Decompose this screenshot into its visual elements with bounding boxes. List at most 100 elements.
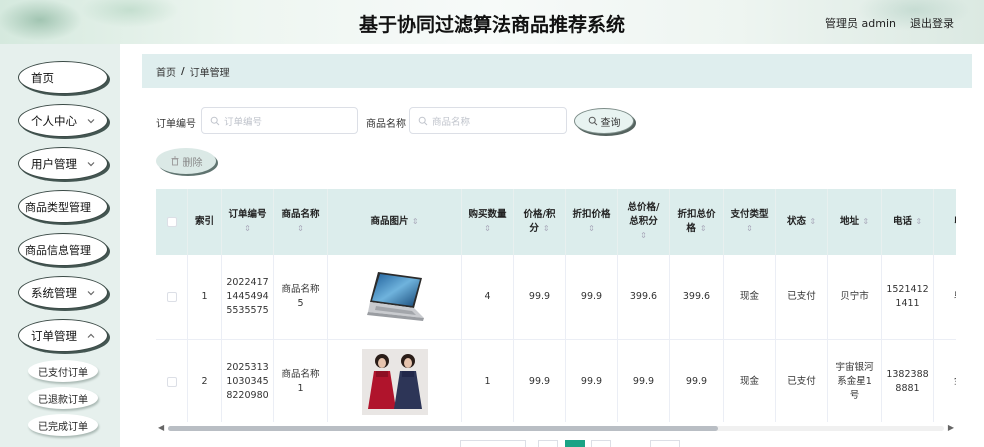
sidebar: 首页 个人中心 用户管理 商品类型管理 商品信息管理 系统管理 订单管理 已支付… bbox=[0, 44, 120, 447]
header-discount-price[interactable]: 折扣价格 ⇕ bbox=[566, 189, 618, 255]
order-no-input[interactable]: 订单编号 bbox=[201, 107, 358, 134]
cell-total: 399.6 bbox=[618, 255, 670, 339]
sort-caret-icon[interactable]: ⇕ bbox=[244, 222, 251, 236]
header-label: 总价格/ bbox=[627, 202, 660, 213]
sort-caret-icon[interactable]: ⇕ bbox=[412, 215, 419, 229]
sidebar-item-product-type[interactable]: 商品类型管理 bbox=[18, 190, 108, 223]
subitem-label: 已完成订单 bbox=[38, 421, 88, 433]
cell-text: 商品名称 bbox=[281, 369, 320, 380]
sort-caret-icon[interactable]: ⇕ bbox=[640, 229, 647, 243]
header-label: 折扣总价 bbox=[677, 209, 716, 220]
sidebar-item-system[interactable]: 系统管理 bbox=[18, 276, 108, 309]
row-select-cell bbox=[156, 255, 188, 339]
scroll-left-icon[interactable]: ◀ bbox=[158, 423, 164, 432]
main-content: 首页 / 订单管理 订单编号 订单编号 商品名称 商品名称 查询 删除 索引 订… bbox=[120, 44, 984, 447]
cell-address: 贝宁市 bbox=[828, 255, 882, 339]
order-no-placeholder: 订单编号 bbox=[224, 116, 263, 128]
orders-table: 索引 订单编号 ⇕ 商品名称 ⇕ 商品图片 ⇕ 购买数量 ⇕ 价格/积分 ⇕ 折扣价格 ⇕… bbox=[156, 189, 956, 422]
sidebar-item-product-info[interactable]: 商品信息管理 bbox=[18, 233, 108, 266]
table-row[interactable]: 2 2025313 1030345 8220980 商品名称 1 1 99.9 … bbox=[156, 340, 956, 422]
cell-discount-total: 99.9 bbox=[670, 340, 724, 422]
header-discount-total[interactable]: 折扣总价格 ⇕ bbox=[670, 189, 724, 255]
header-price[interactable]: 价格/积分 ⇕ bbox=[514, 189, 566, 255]
sort-caret-icon[interactable]: ⇕ bbox=[484, 222, 491, 236]
sort-caret-icon[interactable]: ⇕ bbox=[809, 215, 816, 229]
table-horizontal-scrollbar[interactable]: ◀ ▶ bbox=[156, 423, 956, 433]
sidebar-item-label: 用户管理 bbox=[31, 156, 77, 171]
header-address[interactable]: 地址 ⇕ bbox=[828, 189, 882, 255]
sidebar-item-label: 系统管理 bbox=[31, 285, 77, 300]
sidebar-item-home[interactable]: 首页 bbox=[18, 61, 108, 94]
subitem-label: 已支付订单 bbox=[38, 367, 88, 379]
row-checkbox[interactable] bbox=[166, 377, 177, 387]
sort-caret-icon[interactable]: ⇕ bbox=[588, 222, 595, 236]
cell-image bbox=[328, 340, 462, 422]
delete-button[interactable]: 删除 bbox=[156, 148, 216, 174]
sidebar-item-label: 订单管理 bbox=[31, 328, 77, 343]
header-product-name[interactable]: 商品名称 ⇕ bbox=[274, 189, 328, 255]
cell-discount-price: 99.9 bbox=[566, 340, 618, 422]
scroll-right-icon[interactable]: ▶ bbox=[948, 423, 954, 432]
breadcrumb-current: 订单管理 bbox=[189, 67, 230, 79]
page-current-button[interactable] bbox=[565, 440, 585, 447]
cell-quantity: 4 bbox=[462, 255, 514, 339]
cell-text: 8220980 bbox=[226, 390, 269, 401]
sidebar-subitem-paid-orders[interactable]: 已支付订单 bbox=[28, 360, 98, 382]
row-select-cell bbox=[156, 340, 188, 422]
row-checkbox[interactable] bbox=[166, 292, 177, 302]
header-total[interactable]: 总价格/总积分 ⇕ bbox=[618, 189, 670, 255]
sort-caret-icon[interactable]: ⇕ bbox=[543, 222, 550, 236]
header-image[interactable]: 商品图片 ⇕ bbox=[328, 189, 462, 255]
page-next-button[interactable] bbox=[591, 440, 611, 447]
chevron-up-icon bbox=[87, 333, 95, 338]
sidebar-item-order-management[interactable]: 订单管理 bbox=[18, 319, 108, 352]
sidebar-subitem-refunded-orders[interactable]: 已退款订单 bbox=[28, 387, 98, 409]
cell-text: 1445494 bbox=[226, 291, 269, 302]
sort-caret-icon[interactable]: ⇕ bbox=[862, 215, 869, 229]
header-order-no[interactable]: 订单编号 ⇕ bbox=[222, 189, 274, 255]
select-all-checkbox[interactable] bbox=[166, 217, 177, 227]
page-prev-button[interactable] bbox=[538, 440, 558, 447]
table-row[interactable]: 1 2022417 1445494 5535575 商品名称 5 4 99.9 … bbox=[156, 255, 956, 340]
subitem-label: 已退款订单 bbox=[38, 394, 88, 406]
header-pay-type[interactable]: 支付类型 ⇕ bbox=[724, 189, 776, 255]
sidebar-item-label: 个人中心 bbox=[31, 113, 77, 128]
scrollbar-thumb[interactable] bbox=[168, 426, 718, 431]
sort-caret-icon[interactable]: ⇕ bbox=[915, 215, 922, 229]
cell-text: 商品名称 bbox=[281, 284, 320, 295]
cell-text: 系金星1 bbox=[837, 376, 872, 387]
cell-text: 5535575 bbox=[226, 305, 269, 316]
cell-price: 99.9 bbox=[514, 340, 566, 422]
cell-phone: 1382388 8881 bbox=[882, 340, 934, 422]
header-select-all[interactable] bbox=[156, 189, 188, 255]
sidebar-item-user-management[interactable]: 用户管理 bbox=[18, 147, 108, 180]
breadcrumb-home[interactable]: 首页 bbox=[156, 64, 176, 79]
laptop-product-image[interactable] bbox=[360, 268, 430, 326]
page-size-select[interactable] bbox=[460, 440, 526, 447]
header-label: 支付类型 bbox=[730, 209, 769, 220]
header-phone[interactable]: 电话 ⇕ bbox=[882, 189, 934, 255]
header-label: 商品图片 bbox=[370, 216, 409, 227]
logout-link[interactable]: 退出登录 bbox=[910, 15, 954, 31]
search-icon bbox=[588, 116, 597, 126]
sort-caret-icon[interactable]: ⇕ bbox=[297, 222, 304, 236]
cell-image bbox=[328, 255, 462, 339]
header-label: 折扣价格 bbox=[572, 209, 611, 220]
product-name-input[interactable]: 商品名称 bbox=[409, 107, 567, 134]
table-header-row: 索引 订单编号 ⇕ 商品名称 ⇕ 商品图片 ⇕ 购买数量 ⇕ 价格/积分 ⇕ 折扣价格 ⇕… bbox=[156, 189, 956, 255]
search-icon bbox=[210, 116, 220, 125]
sidebar-subitem-completed-orders[interactable]: 已完成订单 bbox=[28, 414, 98, 436]
delete-button-label: 删除 bbox=[182, 157, 203, 169]
page-jump-input[interactable] bbox=[650, 440, 680, 447]
dress-product-image[interactable] bbox=[361, 349, 428, 415]
sidebar-item-personal-center[interactable]: 个人中心 bbox=[18, 104, 108, 137]
sort-caret-icon[interactable]: ⇕ bbox=[700, 222, 707, 236]
query-button[interactable]: 查询 bbox=[574, 108, 634, 134]
trash-icon bbox=[171, 156, 178, 166]
header-quantity[interactable]: 购买数量 ⇕ bbox=[462, 189, 514, 255]
header-label: 电话 bbox=[892, 216, 912, 227]
sort-caret-icon[interactable]: ⇕ bbox=[746, 222, 753, 236]
cell-text: 2022417 bbox=[226, 277, 269, 288]
header-status[interactable]: 状态 ⇕ bbox=[776, 189, 828, 255]
header-label: 总积分 bbox=[629, 216, 658, 227]
